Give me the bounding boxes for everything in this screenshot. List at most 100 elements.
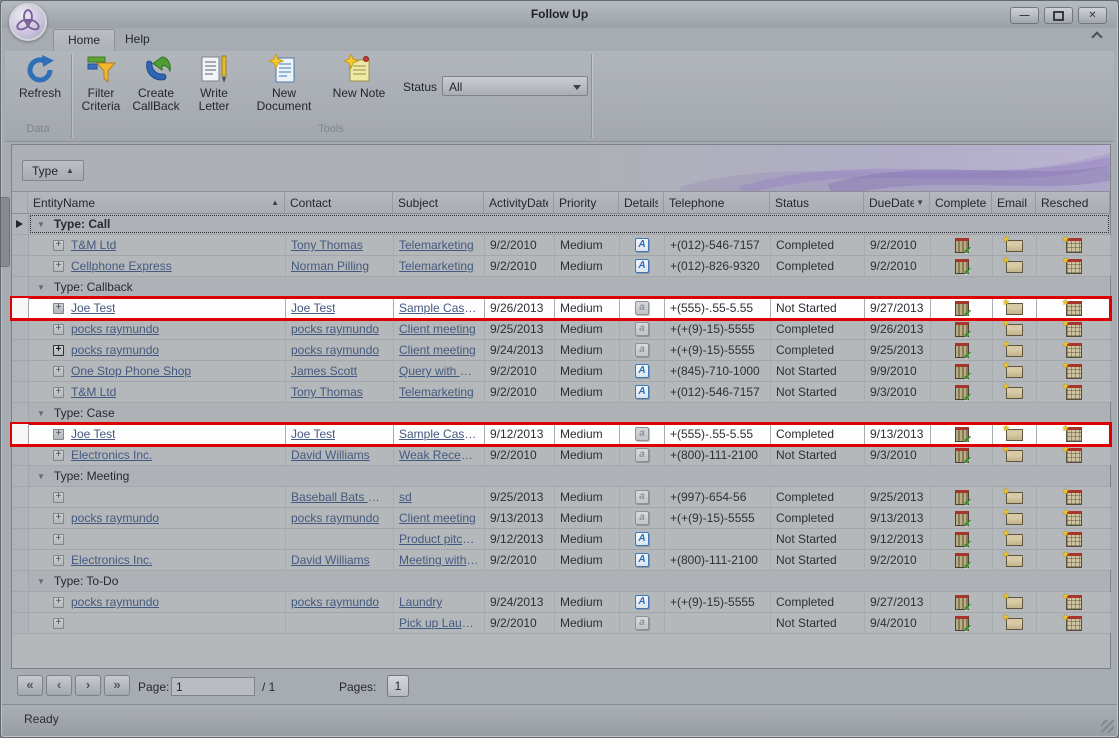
- column-header-complete[interactable]: Complete: [930, 192, 992, 213]
- column-header-priority[interactable]: Priority: [554, 192, 619, 213]
- details-icon[interactable]: a: [635, 427, 649, 441]
- details-icon[interactable]: a: [635, 616, 649, 630]
- column-header-contact[interactable]: Contact: [285, 192, 393, 213]
- tab-home[interactable]: Home: [53, 29, 115, 51]
- group-by-type-button[interactable]: Type ▲: [22, 160, 84, 181]
- subject-link[interactable]: Laundry: [399, 595, 442, 609]
- resched-icon[interactable]: ★: [1066, 322, 1082, 337]
- contact-link[interactable]: Joe Test: [291, 301, 335, 315]
- entity-link[interactable]: Cellphone Express: [71, 259, 172, 273]
- entity-link[interactable]: pocks raymundo: [71, 322, 159, 336]
- app-logo-icon[interactable]: [9, 3, 47, 41]
- email-icon[interactable]: ★: [1006, 597, 1023, 609]
- subject-link[interactable]: Weak Reception: [399, 448, 479, 462]
- subject-link[interactable]: Query with Pri…: [399, 364, 479, 378]
- group-row-cell[interactable]: ▼Type: Callback: [29, 277, 1110, 297]
- page-input[interactable]: [171, 677, 255, 696]
- group-row[interactable]: ▼Type: To-Do: [12, 571, 1110, 592]
- details-icon[interactable]: A: [635, 364, 649, 378]
- expand-row-button[interactable]: +: [53, 324, 64, 335]
- column-header-status[interactable]: Status: [770, 192, 864, 213]
- filter-dropdown-icon[interactable]: ▼: [916, 198, 924, 207]
- contact-link[interactable]: pocks raymundo: [291, 343, 379, 357]
- subject-link[interactable]: Telemarketing: [399, 385, 474, 399]
- group-row-cell[interactable]: ▼Type: Call: [29, 214, 1110, 234]
- group-row[interactable]: ▼Type: Meeting: [12, 466, 1110, 487]
- contact-link[interactable]: David Williams: [291, 553, 370, 567]
- resched-icon[interactable]: ★: [1066, 448, 1082, 463]
- title-bar[interactable]: Follow Up — ✕: [2, 1, 1117, 28]
- contact-link[interactable]: Norman Pilling: [291, 259, 369, 273]
- details-icon[interactable]: A: [635, 385, 649, 399]
- contact-link[interactable]: Tony Thomas: [291, 238, 363, 252]
- contact-link[interactable]: James Scott: [291, 364, 357, 378]
- complete-icon[interactable]: ✔: [955, 343, 969, 358]
- group-collapse-icon[interactable]: ▼: [37, 472, 45, 481]
- refresh-button[interactable]: Refresh: [13, 53, 67, 123]
- tab-help[interactable]: Help: [111, 29, 164, 50]
- entity-link[interactable]: pocks raymundo: [71, 343, 159, 357]
- contact-link[interactable]: Baseball Bats Unlim…: [291, 490, 388, 504]
- subject-link[interactable]: Sample Case-F…: [399, 427, 479, 441]
- details-icon[interactable]: a: [635, 343, 649, 357]
- entity-link[interactable]: Joe Test: [71, 301, 115, 315]
- resched-icon[interactable]: ★: [1066, 532, 1082, 547]
- create-callback-button[interactable]: Create CallBack: [127, 53, 185, 123]
- expand-row-button[interactable]: +: [53, 513, 64, 524]
- group-collapse-icon[interactable]: ▼: [37, 283, 45, 292]
- entity-link[interactable]: pocks raymundo: [71, 595, 159, 609]
- subject-link[interactable]: Telemarketing: [399, 259, 474, 273]
- left-splitter-handle[interactable]: [1, 197, 10, 267]
- entity-link[interactable]: Joe Test: [71, 427, 115, 441]
- prev-page-button[interactable]: ‹: [46, 675, 72, 696]
- complete-icon[interactable]: ✔: [955, 532, 969, 547]
- email-icon[interactable]: ★: [1006, 345, 1023, 357]
- complete-icon[interactable]: ✔: [955, 322, 969, 337]
- details-icon[interactable]: A: [635, 532, 649, 546]
- group-collapse-icon[interactable]: ▼: [37, 220, 45, 229]
- group-row-cell[interactable]: ▼Type: To-Do: [29, 571, 1110, 591]
- column-header-activitydate[interactable]: ActivityDate: [484, 192, 554, 213]
- expand-row-button[interactable]: +: [53, 303, 64, 314]
- minimize-button[interactable]: —: [1010, 7, 1039, 24]
- resched-icon[interactable]: ★: [1066, 553, 1082, 568]
- expand-row-button[interactable]: +: [53, 450, 64, 461]
- details-icon[interactable]: a: [635, 301, 649, 315]
- resched-icon[interactable]: ★: [1066, 238, 1082, 253]
- resched-icon[interactable]: ★: [1066, 616, 1082, 631]
- email-icon[interactable]: ★: [1006, 387, 1023, 399]
- resched-icon[interactable]: ★: [1066, 364, 1082, 379]
- column-header-entityname[interactable]: EntityName▲: [28, 192, 285, 213]
- entity-link[interactable]: T&M Ltd: [71, 385, 116, 399]
- contact-link[interactable]: pocks raymundo: [291, 511, 379, 525]
- close-button[interactable]: ✕: [1078, 7, 1107, 24]
- contact-link[interactable]: Joe Test: [291, 427, 335, 441]
- contact-link[interactable]: pocks raymundo: [291, 595, 379, 609]
- email-icon[interactable]: ★: [1006, 492, 1023, 504]
- complete-icon[interactable]: ✔: [955, 553, 969, 568]
- resched-icon[interactable]: ★: [1066, 301, 1082, 316]
- maximize-button[interactable]: [1044, 7, 1073, 24]
- complete-icon[interactable]: ✔: [955, 427, 969, 442]
- subject-link[interactable]: Product pitching: [399, 532, 479, 546]
- resched-icon[interactable]: ★: [1066, 259, 1082, 274]
- complete-icon[interactable]: ✔: [955, 616, 969, 631]
- expand-row-button[interactable]: +: [53, 345, 64, 356]
- email-icon[interactable]: ★: [1006, 261, 1023, 273]
- resched-icon[interactable]: ★: [1066, 427, 1082, 442]
- entity-link[interactable]: pocks raymundo: [71, 511, 159, 525]
- expand-row-button[interactable]: +: [53, 429, 64, 440]
- email-icon[interactable]: ★: [1006, 534, 1023, 546]
- resched-icon[interactable]: ★: [1066, 490, 1082, 505]
- details-icon[interactable]: A: [635, 595, 649, 609]
- column-header-subject[interactable]: Subject: [393, 192, 484, 213]
- expand-row-button[interactable]: +: [53, 261, 64, 272]
- email-icon[interactable]: ★: [1006, 618, 1023, 630]
- subject-link[interactable]: Client meeting: [399, 343, 476, 357]
- entity-link[interactable]: Electronics Inc.: [71, 553, 152, 567]
- column-header-telephone[interactable]: Telephone: [664, 192, 770, 213]
- email-icon[interactable]: ★: [1006, 324, 1023, 336]
- group-collapse-icon[interactable]: ▼: [37, 409, 45, 418]
- page-number-button[interactable]: 1: [387, 675, 409, 697]
- email-icon[interactable]: ★: [1006, 450, 1023, 462]
